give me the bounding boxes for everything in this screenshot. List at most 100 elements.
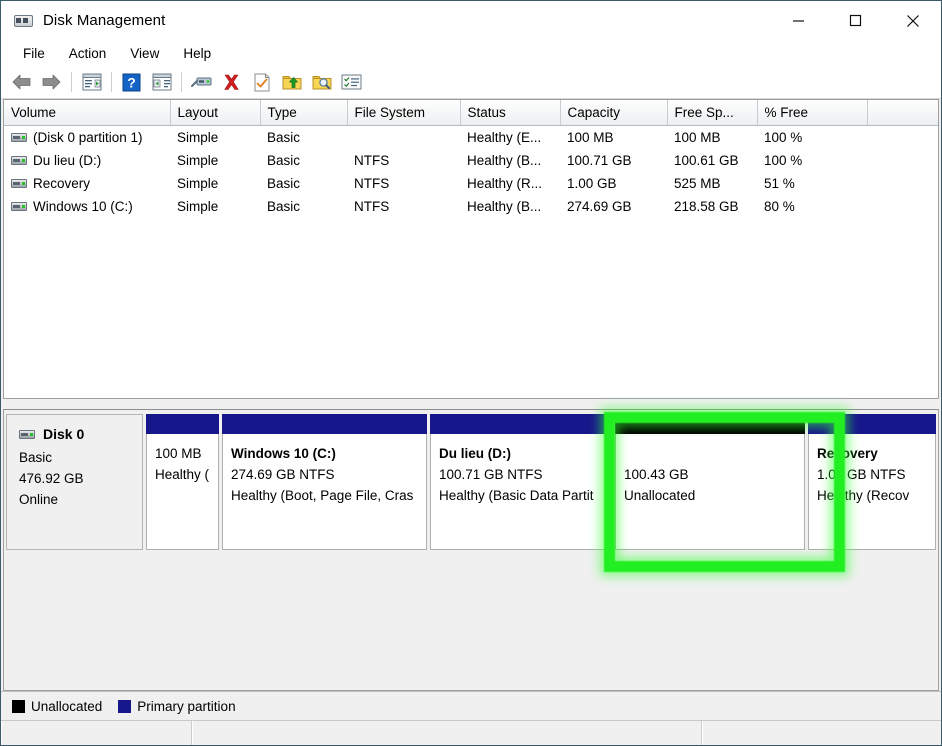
column-header-type[interactable]: Type bbox=[260, 100, 347, 126]
column-header-free-space[interactable]: Free Sp... bbox=[667, 100, 757, 126]
partition-name: Du lieu (D:) bbox=[439, 443, 611, 464]
maximize-button[interactable] bbox=[827, 1, 884, 40]
cell-filler bbox=[867, 172, 939, 195]
partition-status: Healthy (Basic Data Partit bbox=[439, 485, 611, 506]
partition-color-bar bbox=[146, 414, 219, 434]
close-button[interactable] bbox=[884, 1, 941, 40]
show-hide-action-pane-icon[interactable] bbox=[147, 68, 176, 96]
disk-info-box[interactable]: Disk 0 Basic 476.92 GB Online bbox=[6, 414, 143, 550]
legend-item-unallocated: Unallocated bbox=[12, 699, 102, 714]
partition-details: 100 MB Healthy ( bbox=[146, 434, 219, 550]
column-header-layout[interactable]: Layout bbox=[170, 100, 260, 126]
cell-free-space: 100.61 GB bbox=[667, 149, 757, 172]
column-header-volume[interactable]: Volume bbox=[4, 100, 170, 126]
cell-status: Healthy (B... bbox=[460, 149, 560, 172]
disk-type: Basic bbox=[19, 447, 142, 468]
cell-layout: Simple bbox=[170, 149, 260, 172]
cell-percent-free: 100 % bbox=[757, 149, 867, 172]
volume-label: Windows 10 (C:) bbox=[33, 199, 133, 214]
legend-label-unallocated: Unallocated bbox=[31, 699, 102, 714]
column-header-filler[interactable] bbox=[867, 100, 939, 126]
volume-label: Du lieu (D:) bbox=[33, 153, 101, 168]
partition-size: 274.69 GB NTFS bbox=[231, 464, 426, 485]
partition-color-bar bbox=[222, 414, 427, 434]
table-row[interactable]: Du lieu (D:) Simple Basic NTFS Healthy (… bbox=[4, 149, 939, 172]
minimize-button[interactable] bbox=[770, 1, 827, 40]
disk-state: Online bbox=[19, 489, 142, 510]
disk-management-icon bbox=[14, 13, 33, 28]
cell-percent-free: 51 % bbox=[757, 172, 867, 195]
window-title: Disk Management bbox=[43, 12, 165, 29]
partition-recovery[interactable]: Recovery 1.00 GB NTFS Healthy (Recov bbox=[808, 414, 936, 550]
toolbar: ? bbox=[1, 66, 941, 99]
toolbar-separator-2 bbox=[111, 72, 112, 92]
cell-type: Basic bbox=[260, 172, 347, 195]
export-list-icon[interactable] bbox=[277, 68, 306, 96]
back-icon[interactable] bbox=[7, 68, 36, 96]
table-row[interactable]: Recovery Simple Basic NTFS Healthy (R...… bbox=[4, 172, 939, 195]
partition-status: Healthy ( bbox=[155, 464, 218, 485]
cell-volume: Recovery bbox=[4, 172, 170, 195]
partition-name: Recovery bbox=[817, 443, 935, 464]
title-bar: Disk Management bbox=[1, 1, 941, 40]
volume-drive-icon bbox=[11, 156, 27, 166]
table-row[interactable]: Windows 10 (C:) Simple Basic NTFS Health… bbox=[4, 195, 939, 218]
cell-free-space: 100 MB bbox=[667, 126, 757, 150]
pane-splitter[interactable] bbox=[1, 399, 941, 409]
partition-details: Du lieu (D:) 100.71 GB NTFS Healthy (Bas… bbox=[430, 434, 612, 550]
partition-windows-c[interactable]: Windows 10 (C:) 274.69 GB NTFS Healthy (… bbox=[222, 414, 427, 550]
partition-details: Windows 10 (C:) 274.69 GB NTFS Healthy (… bbox=[222, 434, 427, 550]
partition-size: 100.71 GB NTFS bbox=[439, 464, 611, 485]
partition-efi[interactable]: 100 MB Healthy ( bbox=[146, 414, 219, 550]
table-row[interactable]: (Disk 0 partition 1) Simple Basic Health… bbox=[4, 126, 939, 150]
volume-label: (Disk 0 partition 1) bbox=[33, 130, 143, 145]
cell-free-space: 525 MB bbox=[667, 172, 757, 195]
partition-color-bar bbox=[615, 414, 805, 434]
menu-item-help[interactable]: Help bbox=[171, 44, 223, 63]
svg-text:?: ? bbox=[127, 74, 136, 90]
disk-graphical-pane[interactable]: Disk 0 Basic 476.92 GB Online 100 MB Hea… bbox=[3, 409, 939, 691]
menu-item-file[interactable]: File bbox=[11, 44, 57, 63]
volume-drive-icon bbox=[11, 179, 27, 189]
help-icon[interactable]: ? bbox=[117, 68, 146, 96]
column-header-capacity[interactable]: Capacity bbox=[560, 100, 667, 126]
cell-file-system: NTFS bbox=[347, 172, 460, 195]
properties-icon[interactable] bbox=[247, 68, 276, 96]
cell-capacity: 1.00 GB bbox=[560, 172, 667, 195]
menu-bar: File Action View Help bbox=[1, 40, 941, 66]
volume-label: Recovery bbox=[33, 176, 90, 191]
partition-size: 1.00 GB NTFS bbox=[817, 464, 935, 485]
partition-name: Windows 10 (C:) bbox=[231, 443, 426, 464]
column-header-status[interactable]: Status bbox=[460, 100, 560, 126]
disk-0-row: Disk 0 Basic 476.92 GB Online 100 MB Hea… bbox=[6, 414, 936, 550]
partition-unallocated[interactable]: 100.43 GB Unallocated bbox=[615, 414, 805, 550]
cell-type: Basic bbox=[260, 149, 347, 172]
menu-item-action[interactable]: Action bbox=[57, 44, 119, 63]
partition-status: Healthy (Recov bbox=[817, 485, 935, 506]
volume-table-header-row: Volume Layout Type File System Status Ca… bbox=[4, 100, 939, 126]
volume-list-pane[interactable]: Volume Layout Type File System Status Ca… bbox=[3, 99, 939, 399]
disk-management-window: Disk Management File Action View Help bbox=[0, 0, 942, 746]
legend: Unallocated Primary partition bbox=[1, 691, 941, 720]
partition-dulieu-d[interactable]: Du lieu (D:) 100.71 GB NTFS Healthy (Bas… bbox=[430, 414, 612, 550]
forward-icon[interactable] bbox=[37, 68, 66, 96]
cell-status: Healthy (R... bbox=[460, 172, 560, 195]
status-panel-3 bbox=[702, 721, 941, 745]
show-hide-details-icon[interactable] bbox=[337, 68, 366, 96]
menu-item-view[interactable]: View bbox=[118, 44, 171, 63]
legend-label-primary-partition: Primary partition bbox=[137, 699, 235, 714]
cell-volume: (Disk 0 partition 1) bbox=[4, 126, 170, 150]
cell-capacity: 100 MB bbox=[560, 126, 667, 150]
column-header-percent-free[interactable]: % Free bbox=[757, 100, 867, 126]
column-header-file-system[interactable]: File System bbox=[347, 100, 460, 126]
delete-icon[interactable] bbox=[217, 68, 246, 96]
toolbar-separator-1 bbox=[71, 72, 72, 92]
show-hide-console-tree-icon[interactable] bbox=[77, 68, 106, 96]
status-bar bbox=[1, 720, 941, 745]
partition-size: 100.43 GB bbox=[624, 464, 804, 485]
rescan-disks-icon[interactable] bbox=[187, 68, 216, 96]
cell-status: Healthy (B... bbox=[460, 195, 560, 218]
partition-details: 100.43 GB Unallocated bbox=[615, 434, 805, 550]
search-folder-icon[interactable] bbox=[307, 68, 336, 96]
cell-filler bbox=[867, 126, 939, 150]
